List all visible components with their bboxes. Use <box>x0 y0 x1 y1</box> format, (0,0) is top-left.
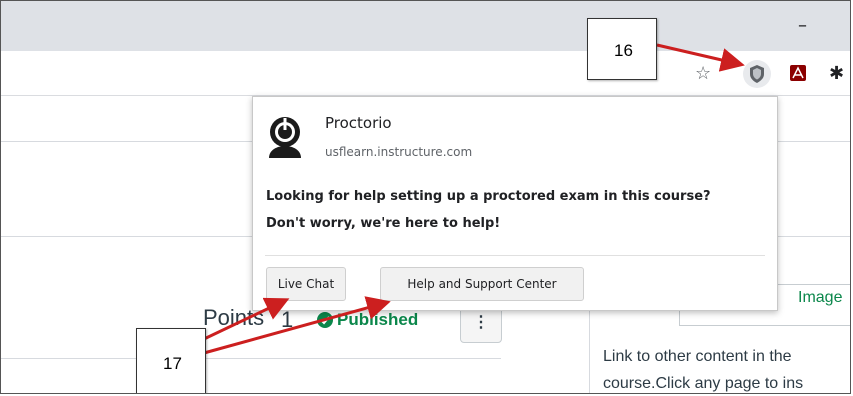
arrow-16 <box>656 43 745 72</box>
arrow-17-help <box>203 296 391 355</box>
annotation-arrows <box>203 43 745 355</box>
callout-17: 17 <box>136 328 206 393</box>
screenshot-frame: – ☆ ✱ Points 1 Published ⋮ Image Link to… <box>0 0 851 394</box>
callout-16: 16 <box>587 18 657 80</box>
